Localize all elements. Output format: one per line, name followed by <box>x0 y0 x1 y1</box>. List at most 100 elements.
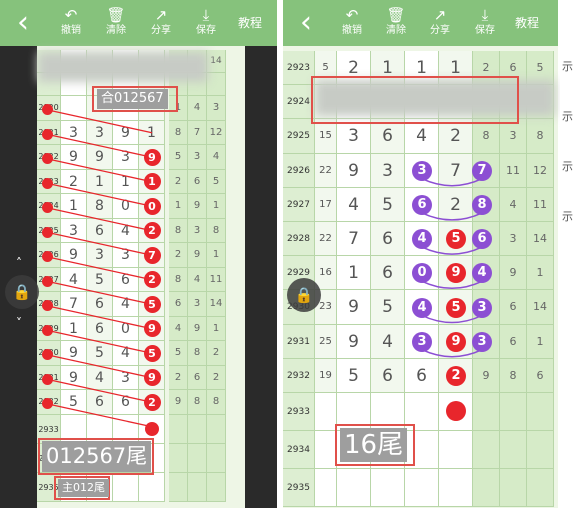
digit-cell: 4 <box>113 341 139 366</box>
sum-cell: 22 <box>315 222 337 257</box>
purple-marked-ball[interactable]: 3 <box>472 297 492 318</box>
left-result-ball[interactable]: 7 <box>143 246 161 264</box>
empty-digit-cell <box>113 472 139 502</box>
digit-cell: 9 <box>337 290 371 325</box>
undo-label: 撤销 <box>342 25 362 36</box>
extension-cell: 8 <box>169 267 188 292</box>
digit-cell: 8 <box>87 194 113 219</box>
extension-cell: 5 <box>207 169 226 194</box>
digit-cell: 5 <box>87 267 113 292</box>
digit-cell: 1 <box>87 169 113 194</box>
extension-cell: 8 <box>207 218 226 243</box>
sum-cell: 15 <box>315 119 337 154</box>
right-toolbar: ‹ ↶ 撤销 🗑 清除 ↗ 分享 ⤓ 保存 教程 <box>283 0 558 46</box>
issue-marker-dot <box>42 275 53 287</box>
left-result-ball[interactable]: 0 <box>143 197 161 215</box>
chevron-down-icon[interactable]: ˅ <box>16 317 22 329</box>
undo-arrow-icon: ↶ <box>345 6 359 24</box>
back-arrow-icon[interactable]: ‹ <box>291 5 321 41</box>
trash-icon: 🗑 <box>386 6 406 24</box>
clear-button[interactable]: 🗑 清除 <box>377 5 415 43</box>
issue-number-cell: 2933 <box>283 393 315 431</box>
purple-marked-ball[interactable]: 3 <box>412 331 432 352</box>
share-button[interactable]: ↗ 分享 <box>421 5 459 43</box>
extension-cell: 8 <box>169 218 188 243</box>
sum-cell: 22 <box>315 153 337 188</box>
predicted-ball[interactable] <box>145 421 159 436</box>
partial-number-cell: 14 <box>207 50 226 73</box>
left-result-ball[interactable]: 9 <box>143 320 161 338</box>
undo-button[interactable]: ↶ 撤销 <box>52 5 90 43</box>
issue-marker-dot <box>42 104 53 115</box>
clear-button[interactable]: 🗑 清除 <box>97 5 135 43</box>
undo-button[interactable]: ↶ 撤销 <box>333 5 371 43</box>
issue-marker-dot <box>42 300 53 311</box>
extension-cell: 8 <box>473 119 500 154</box>
left-result-ball[interactable]: 2 <box>143 393 161 411</box>
empty-sum-cell <box>315 431 337 469</box>
red-result-ball[interactable]: 5 <box>446 297 466 318</box>
digit-cell: 4 <box>61 267 87 292</box>
tutorial-button[interactable]: 教程 <box>238 14 262 31</box>
left-result-ball[interactable]: 1 <box>143 173 161 191</box>
red-result-ball[interactable]: 9 <box>446 331 466 352</box>
issue-number-cell: 2931 <box>283 324 315 359</box>
extension-cell: 8 <box>527 119 554 154</box>
predicted-ball[interactable] <box>446 401 466 421</box>
digit-cell: 9 <box>61 341 87 366</box>
tutorial-button[interactable]: 教程 <box>515 14 539 31</box>
left-result-ball[interactable]: 9 <box>143 148 161 166</box>
purple-marked-ball[interactable]: 4 <box>412 229 432 250</box>
digit-cell: 3 <box>87 243 113 268</box>
issue-number-cell: 2934 <box>283 431 315 469</box>
chevron-up-icon[interactable]: ˄ <box>16 257 22 269</box>
purple-marked-ball[interactable]: 8 <box>472 194 492 215</box>
digit-cell: 3 <box>371 153 405 188</box>
digit-cell: 9 <box>113 120 139 145</box>
left-result-ball[interactable]: 2 <box>143 222 161 240</box>
lock-icon[interactable]: 🔒 <box>5 275 39 309</box>
extension-cell: 6 <box>169 292 188 317</box>
extension-cell: 5 <box>169 341 188 366</box>
extension-cell: 2 <box>169 169 188 194</box>
back-arrow-icon[interactable]: ‹ <box>8 5 38 41</box>
left-result-ball[interactable]: 5 <box>143 344 161 362</box>
save-button[interactable]: ⤓ 保存 <box>466 5 504 43</box>
purple-marked-ball[interactable]: 4 <box>412 297 432 318</box>
red-result-ball[interactable]: 2 <box>446 365 466 386</box>
right-prediction-tag: 16尾 <box>340 428 408 462</box>
extension-cell: 9 <box>188 194 207 219</box>
extension-cell: 9 <box>188 316 207 341</box>
empty-digit-cell <box>405 469 439 507</box>
red-result-ball[interactable]: 5 <box>446 229 466 250</box>
purple-marked-ball[interactable]: 3 <box>412 160 432 181</box>
lock-icon[interactable]: 🔒 <box>287 278 321 312</box>
purple-marked-ball[interactable]: 3 <box>472 331 492 352</box>
left-result-ball[interactable]: 2 <box>143 271 161 289</box>
left-result-ball[interactable]: 9 <box>143 369 161 387</box>
digit-cell: 4 <box>87 365 113 390</box>
digit-cell: 9 <box>87 145 113 170</box>
clear-label: 清除 <box>106 25 126 36</box>
issue-marker-dot <box>42 202 53 213</box>
purple-marked-ball[interactable]: 6 <box>472 229 492 250</box>
purple-marked-ball[interactable]: 7 <box>472 160 492 181</box>
header-ext-cell <box>207 73 226 96</box>
digit-cell: 6 <box>371 358 405 393</box>
digit-cell: 7 <box>337 222 371 257</box>
purple-marked-ball[interactable]: 6 <box>412 194 432 215</box>
extension-cell: 11 <box>527 187 554 222</box>
issue-marker-dot <box>42 349 53 360</box>
share-button[interactable]: ↗ 分享 <box>142 5 180 43</box>
empty-ext-cell <box>473 431 500 469</box>
digit-cell: 3 <box>337 119 371 154</box>
issue-marker-dot <box>42 324 53 336</box>
extension-cell: 1 <box>207 243 226 268</box>
save-button[interactable]: ⤓ 保存 <box>187 5 225 43</box>
left-result-ball[interactable]: 5 <box>143 295 161 313</box>
digit-cell: 5 <box>337 358 371 393</box>
extension-cell: 14 <box>207 292 226 317</box>
digit-cell: 9 <box>61 365 87 390</box>
extension-cell: 4 <box>169 316 188 341</box>
digit-cell: 1 <box>139 120 165 145</box>
